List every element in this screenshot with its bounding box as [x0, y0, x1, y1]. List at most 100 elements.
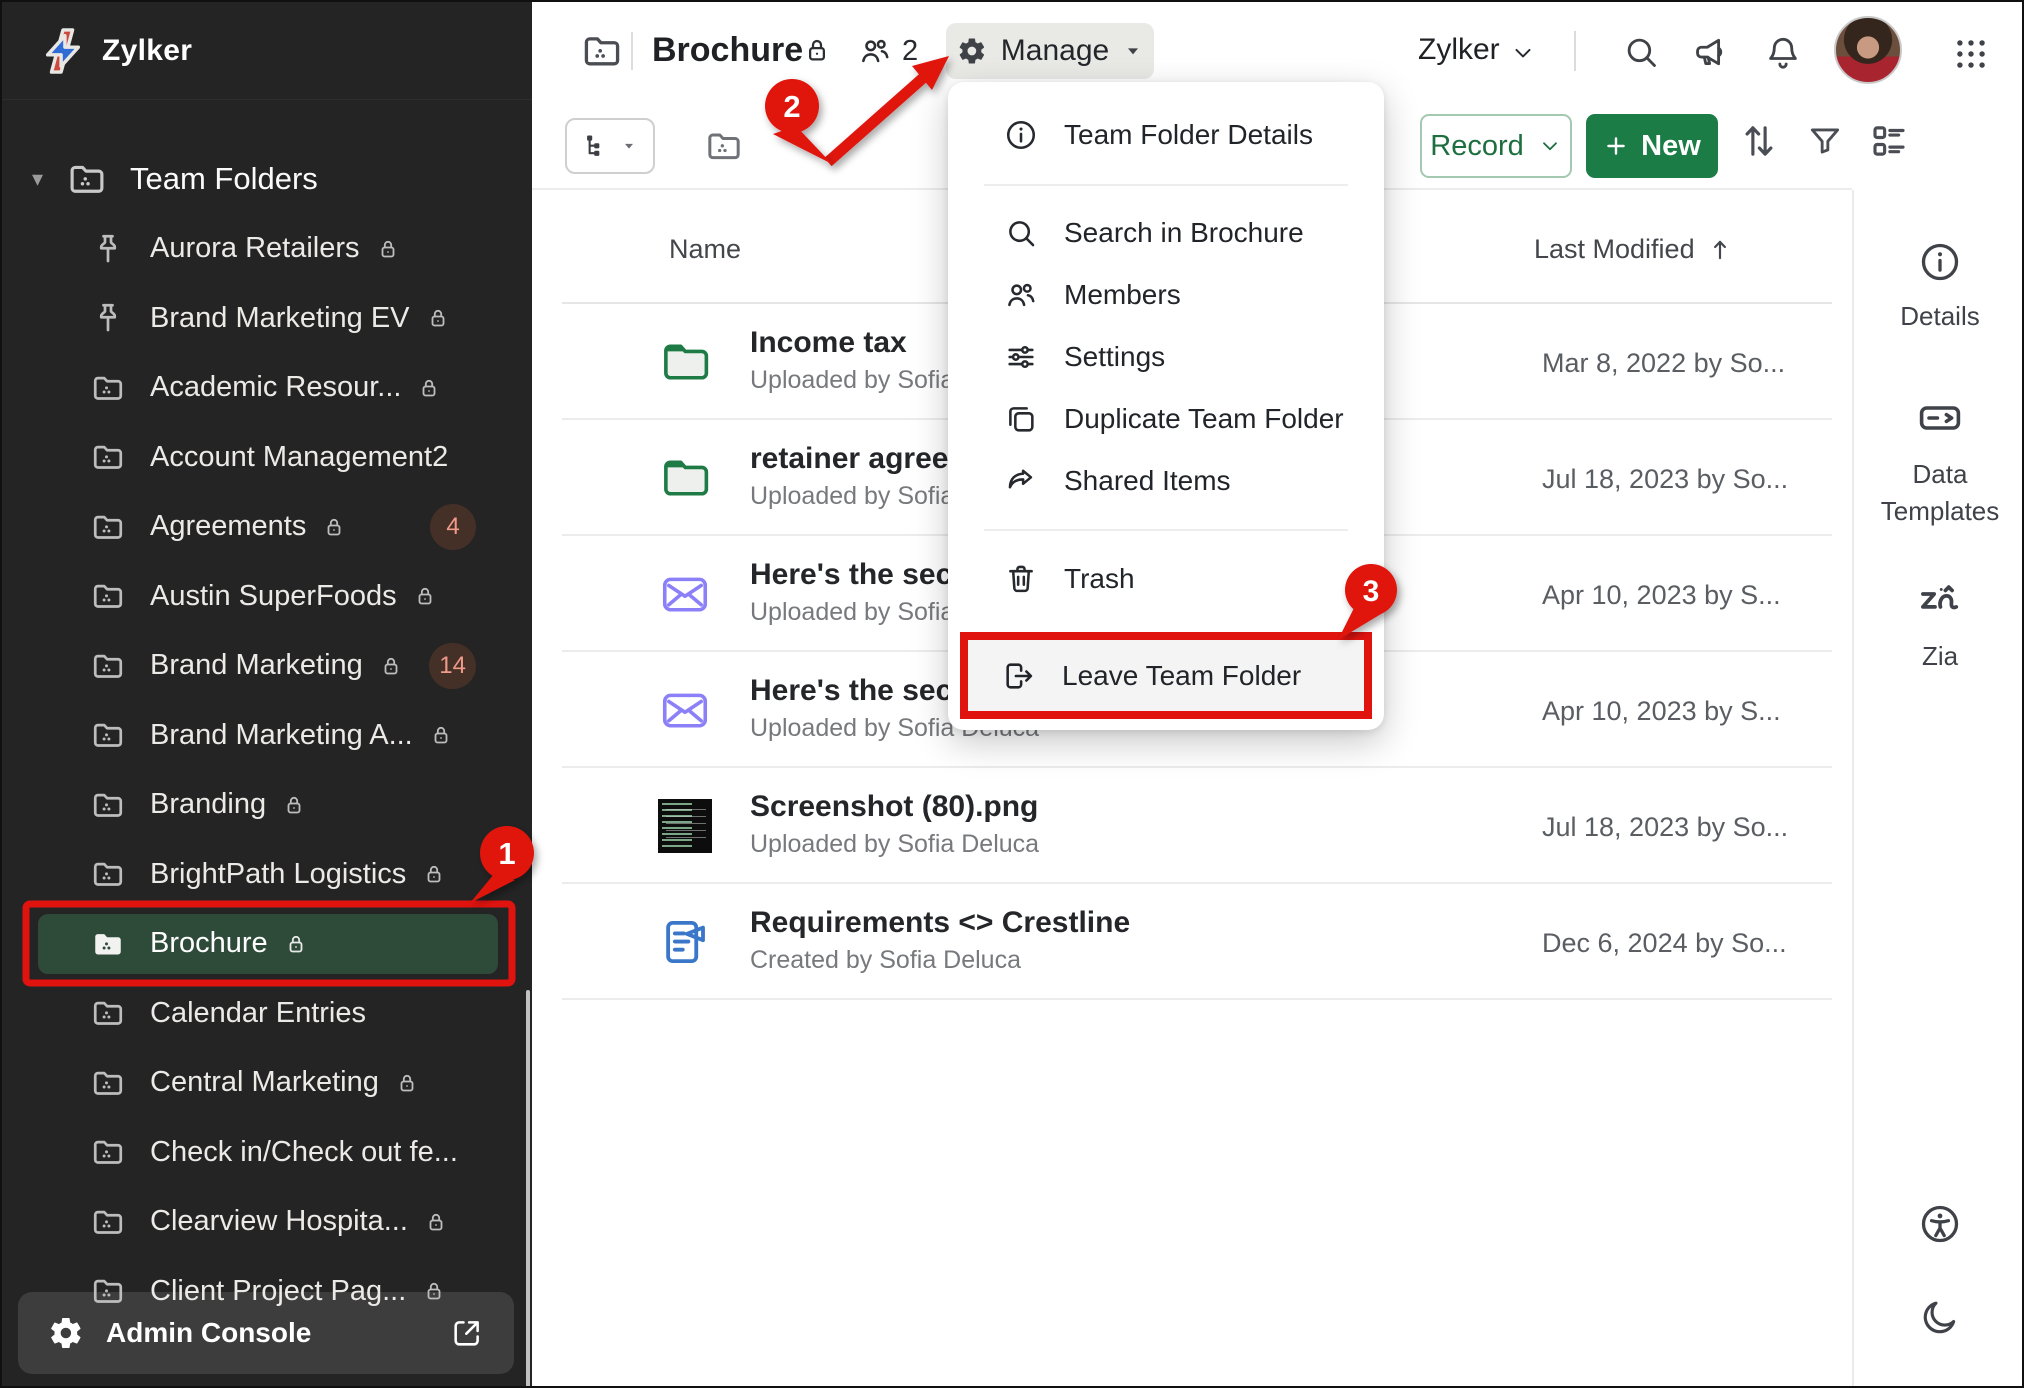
- sidebar-item-label: Clearview Hospita...: [150, 1205, 408, 1238]
- filter-icon[interactable]: [1806, 122, 1844, 160]
- sidebar-item-austin-superfoods[interactable]: Austin SuperFoods: [2, 562, 532, 632]
- sidebar-item-academic-resources[interactable]: Academic Resour...: [2, 353, 532, 423]
- sidebar-item-brightpath-logistics[interactable]: BrightPath Logistics: [2, 840, 532, 910]
- details-label: Details: [1900, 298, 1979, 335]
- menu-item-label: Settings: [1064, 341, 1165, 373]
- moon-icon: [1919, 1296, 1961, 1338]
- file-subtitle: Uploaded by Sofia Deluca: [750, 830, 1039, 859]
- sidebar-item-account-management2[interactable]: Account Management2: [2, 423, 532, 493]
- search-icon: [1004, 216, 1038, 250]
- last-modified-label: Last Modified: [1534, 234, 1695, 265]
- folder-icon: [90, 717, 126, 753]
- column-header-last-modified[interactable]: Last Modified: [1534, 234, 1733, 265]
- sidebar-item-label: Austin SuperFoods: [150, 580, 397, 613]
- sidebar-item-branding[interactable]: Branding: [2, 770, 532, 840]
- menu-item-label: Search in Brochure: [1064, 217, 1304, 249]
- menu-item-leave-team-folder[interactable]: Leave Team Folder: [960, 632, 1372, 719]
- menu-item-label: Duplicate Team Folder: [1064, 403, 1344, 435]
- sidebar-scrollbar[interactable]: [526, 990, 530, 1388]
- search-icon[interactable]: [1622, 33, 1660, 71]
- announcements-icon[interactable]: [1692, 33, 1730, 71]
- sidebar-item-central-marketing[interactable]: Central Marketing: [2, 1048, 532, 1118]
- gear-icon: [48, 1315, 84, 1351]
- accessibility-button[interactable]: [1854, 1202, 2024, 1246]
- members-icon[interactable]: [858, 34, 892, 68]
- folder-icon: [90, 578, 126, 614]
- menu-item-label: Trash: [1064, 563, 1135, 595]
- file-name: Here's the secu: [750, 558, 971, 592]
- lock-icon: [284, 932, 308, 956]
- settings-sliders-icon: [1004, 340, 1038, 374]
- members-count[interactable]: 2: [902, 35, 918, 68]
- trash-icon: [1004, 562, 1038, 596]
- caret-down-icon: [621, 138, 637, 154]
- breadcrumb-folder-icon: [580, 29, 624, 73]
- new-button[interactable]: New: [1586, 114, 1718, 178]
- sidebar-item-calendar-entries[interactable]: Calendar Entries: [2, 979, 532, 1049]
- sidebar-item-clearview-hospital[interactable]: Clearview Hospita...: [2, 1187, 532, 1257]
- sidebar-item-brand-marketing-a[interactable]: Brand Marketing A...: [2, 701, 532, 771]
- folder-icon: [90, 370, 126, 406]
- lock-icon: [422, 862, 446, 886]
- file-modified: Dec 6, 2024 by So...: [1542, 928, 1787, 959]
- collapse-caret-icon[interactable]: ▾: [32, 166, 66, 192]
- sidebar-item-aurora-retailers[interactable]: Aurora Retailers: [2, 214, 532, 284]
- folder-icon: [90, 787, 126, 823]
- file-modified: Jul 18, 2023 by So...: [1542, 464, 1788, 495]
- lock-icon: [429, 723, 453, 747]
- data-templates-tab[interactable]: Data Templates: [1854, 394, 2024, 530]
- share-arrow-icon: [1004, 464, 1038, 498]
- notifications-bell-icon[interactable]: [1764, 33, 1802, 71]
- details-tab[interactable]: Details: [1854, 240, 2024, 335]
- file-name: Here's the secu: [750, 674, 971, 708]
- record-button[interactable]: Record: [1420, 114, 1572, 178]
- menu-item-duplicate-team-folder[interactable]: Duplicate Team Folder: [948, 388, 1384, 450]
- info-icon: [1918, 240, 1962, 284]
- sidebar-item-agreements[interactable]: Agreements 4: [2, 492, 532, 562]
- sidebar-item-label: Central Marketing: [150, 1066, 379, 1099]
- menu-item-team-folder-details[interactable]: Team Folder Details: [948, 104, 1384, 166]
- user-avatar[interactable]: [1834, 16, 1902, 84]
- menu-item-trash[interactable]: Trash: [948, 548, 1384, 610]
- menu-item-shared-items[interactable]: Shared Items: [948, 450, 1384, 512]
- lock-icon: [424, 1210, 448, 1234]
- lock-icon: [322, 515, 346, 539]
- zia-tab[interactable]: Zia: [1854, 574, 2024, 675]
- menu-item-label: Members: [1064, 279, 1181, 311]
- lock-icon: [395, 1071, 419, 1095]
- divider: [631, 32, 633, 70]
- sidebar-item-label: Check in/Check out fe...: [150, 1136, 458, 1169]
- table-row-screenshot-png[interactable]: Screenshot (80).png Uploaded by Sofia De…: [562, 768, 1832, 884]
- sidebar-item-label: Aurora Retailers: [150, 232, 360, 265]
- manage-button[interactable]: Manage: [946, 23, 1154, 79]
- email-icon: [658, 683, 712, 737]
- folder-icon: [90, 439, 126, 475]
- app-grid-icon[interactable]: [1952, 35, 1990, 73]
- sidebar-item-brochure-selected[interactable]: Brochure: [2, 909, 532, 979]
- unread-count-badge: 14: [429, 643, 476, 689]
- green-folder-icon: [658, 451, 712, 505]
- sidebar-item-brand-marketing[interactable]: Brand Marketing 14: [2, 631, 532, 701]
- divider: [984, 184, 1348, 186]
- zylker-logo-icon: [40, 28, 86, 74]
- folder-icon: [90, 1134, 126, 1170]
- data-templates-icon: [1916, 394, 1964, 442]
- dark-mode-button[interactable]: [1854, 1296, 2024, 1338]
- view-mode-button[interactable]: [565, 118, 655, 174]
- folder-icon[interactable]: [704, 126, 744, 166]
- file-name: Income tax: [750, 326, 907, 360]
- sort-icon[interactable]: [1738, 120, 1780, 162]
- sidebar-item-label: Branding: [150, 788, 266, 821]
- table-row-requirements-crestline[interactable]: Requirements <> Crestline Created by Sof…: [562, 884, 1832, 1000]
- org-switcher[interactable]: Zylker: [1418, 33, 1500, 67]
- menu-item-members[interactable]: Members: [948, 264, 1384, 326]
- sidebar-item-check-in-check-out[interactable]: Check in/Check out fe...: [2, 1118, 532, 1188]
- sidebar-item-brand-marketing-ev[interactable]: Brand Marketing EV: [2, 284, 532, 354]
- list-detail-view-icon[interactable]: [1868, 120, 1910, 162]
- column-header-name[interactable]: Name: [669, 234, 741, 265]
- menu-item-settings[interactable]: Settings: [948, 326, 1384, 388]
- team-folders-header[interactable]: ▾ Team Folders: [2, 150, 532, 208]
- menu-item-search-in-brochure[interactable]: Search in Brochure: [948, 202, 1384, 264]
- chevron-down-icon[interactable]: [1510, 40, 1536, 66]
- lock-icon: [417, 376, 441, 400]
